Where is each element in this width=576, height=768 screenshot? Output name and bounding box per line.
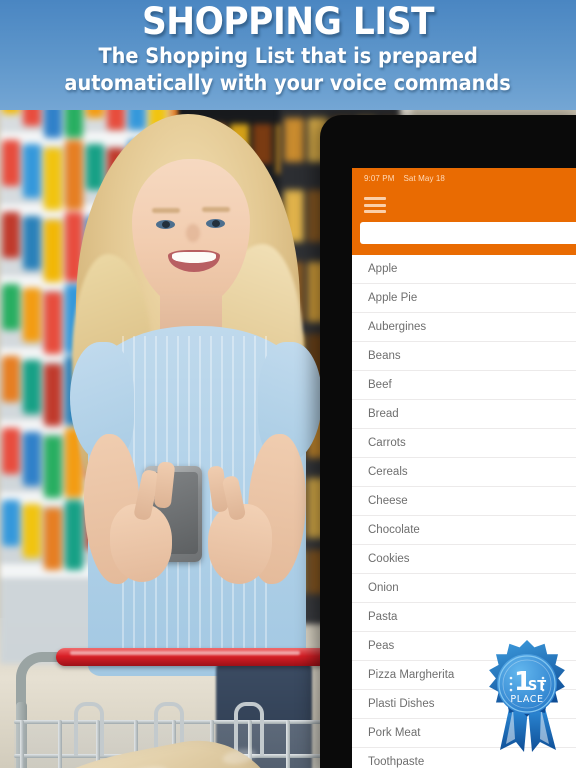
shelf-product [23, 144, 41, 198]
shelf-product [2, 140, 20, 186]
shelf-product [2, 212, 20, 258]
cart-wire [286, 720, 290, 768]
banner-subtitle-line2: automatically with your voice commands [64, 71, 512, 95]
cart-wire [20, 720, 24, 768]
list-item[interactable]: Cookies [352, 545, 576, 574]
eyebrow-left [152, 208, 180, 213]
shelf-product [23, 504, 41, 558]
promo-banner: SHOPPING LIST The Shopping List that is … [0, 0, 576, 110]
list-item[interactable]: Carrots [352, 429, 576, 458]
search-input[interactable] [360, 222, 576, 244]
list-item[interactable]: Pasta [352, 603, 576, 632]
list-item[interactable]: Beans [352, 342, 576, 371]
badge-caption: PLACE [510, 694, 543, 705]
blouse-pleat [243, 336, 245, 666]
shelf-product [2, 284, 20, 330]
bag-fold [221, 746, 258, 767]
teeth [172, 252, 216, 263]
bag-fold [115, 763, 170, 768]
award-badge: 1 ST PLACE [484, 638, 570, 756]
cart-wire [58, 720, 62, 768]
badge-rank-suffix: ST [528, 679, 546, 694]
list-item[interactable]: Aubergines [352, 313, 576, 342]
nose [186, 224, 200, 242]
list-item[interactable]: Apple Pie [352, 284, 576, 313]
status-time: 9:07 PM [364, 173, 395, 183]
page-title: SHOPPING LIST [141, 0, 435, 43]
hamburger-bar [364, 210, 386, 213]
eye-right [206, 219, 225, 228]
award-rosette-icon: 1 ST PLACE [489, 640, 565, 752]
shelf-product [23, 288, 41, 342]
nav-bar [352, 188, 576, 222]
banner-subtitle-line1: The Shopping List that is prepared [98, 44, 478, 68]
hamburger-bar [364, 203, 386, 207]
list-item[interactable]: Beef [352, 371, 576, 400]
eye-left [156, 220, 175, 229]
screenshot-root: 9:07 PM Sat May 18 Apple Apple Pie Aubergi… [0, 0, 576, 768]
shelf-product [2, 428, 20, 474]
list-item[interactable]: Cereals [352, 458, 576, 487]
search-container [352, 222, 576, 244]
hamburger-icon[interactable] [364, 197, 386, 213]
header-spacer [352, 244, 576, 255]
status-date: Sat May 18 [403, 173, 445, 183]
list-item[interactable]: Bread [352, 400, 576, 429]
shelf-product [2, 500, 20, 546]
eyebrow-right [202, 207, 230, 212]
app-header: 9:07 PM Sat May 18 [352, 168, 576, 255]
shopping-cart [0, 624, 330, 768]
cart-child-seat-wire [74, 702, 104, 756]
list-item[interactable]: Apple [352, 255, 576, 284]
shelf-product [23, 360, 41, 414]
status-bar: 9:07 PM Sat May 18 [352, 168, 576, 188]
list-item[interactable]: Chocolate [352, 516, 576, 545]
cart-handle-highlight [70, 651, 300, 655]
hamburger-bar [364, 197, 386, 200]
list-item[interactable]: Onion [352, 574, 576, 603]
shelf-product [23, 432, 41, 486]
list-item[interactable]: Cheese [352, 487, 576, 516]
shelf-product [2, 356, 20, 402]
cart-child-seat-wire [234, 702, 264, 756]
shelf-product [23, 216, 41, 270]
